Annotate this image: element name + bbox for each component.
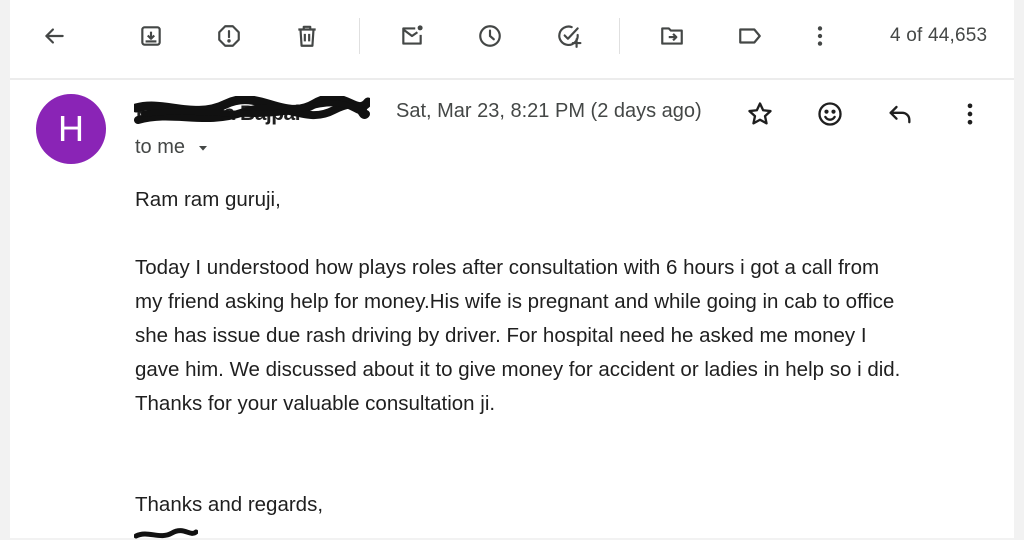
recipient-details-toggle[interactable]: to me [135,136,211,159]
snooze-button[interactable] [468,14,512,58]
arrow-left-icon [45,28,64,44]
recipient-label: to me [135,136,186,158]
mark-unread-button[interactable] [390,14,434,58]
body-line: Today I understood how plays roles after… [135,256,880,279]
reply-button[interactable] [878,92,922,136]
toolbar: 4 of 44,653 [10,0,1014,72]
back-button[interactable] [32,14,76,58]
archive-icon [141,26,161,46]
message-counter: 4 of 44,653 [890,25,988,46]
label-button[interactable] [728,14,772,58]
caret-down-icon [199,145,208,151]
more-button[interactable] [798,14,842,58]
email-view: 4 of 44,653 H Hemandra Bajpai Sat, Mar 2… [10,0,1014,539]
redaction-scribble [134,96,370,124]
label-icon [739,28,761,44]
emoji-reaction-button[interactable] [808,92,852,136]
star-button[interactable] [738,92,782,136]
star-icon [748,102,772,125]
trash-icon [298,25,316,47]
toolbar-divider-line [10,78,1014,80]
greeting-line: Ram ram guruji, [135,188,281,211]
delete-button[interactable] [285,14,329,58]
sender-name[interactable]: Hemandra Bajpai [134,96,370,130]
message-body: Ram ram guruji, Today I understood how p… [135,183,1005,421]
body-line: Thanks for your valuable consultation ji… [135,392,496,415]
mail-unread-icon [402,25,423,45]
report-icon [218,25,240,47]
body-line: she has issue due rash driving by driver… [135,324,867,347]
report-spam-button[interactable] [207,14,251,58]
move-to-button[interactable] [650,14,694,58]
toolbar-divider [619,18,620,54]
more-vert-icon [817,26,823,46]
reply-icon [889,105,911,124]
add-task-icon [558,25,582,48]
redacted-signature [134,528,198,539]
body-line: gave him. We discussed about it to give … [135,358,901,381]
archive-button[interactable] [129,14,173,58]
emoji-icon [818,102,842,126]
body-line: my friend asking help for money.His wife… [135,290,895,313]
move-to-folder-icon [661,27,683,45]
message-more-button[interactable] [948,92,992,136]
clock-icon [479,25,501,47]
add-task-button[interactable] [547,14,591,58]
toolbar-divider [359,18,360,54]
sender-avatar[interactable]: H [36,94,106,164]
message-date: Sat, Mar 23, 8:21 PM (2 days ago) [396,100,702,122]
more-vert-icon [967,103,973,125]
signoff-line: Thanks and regards, [135,493,324,516]
